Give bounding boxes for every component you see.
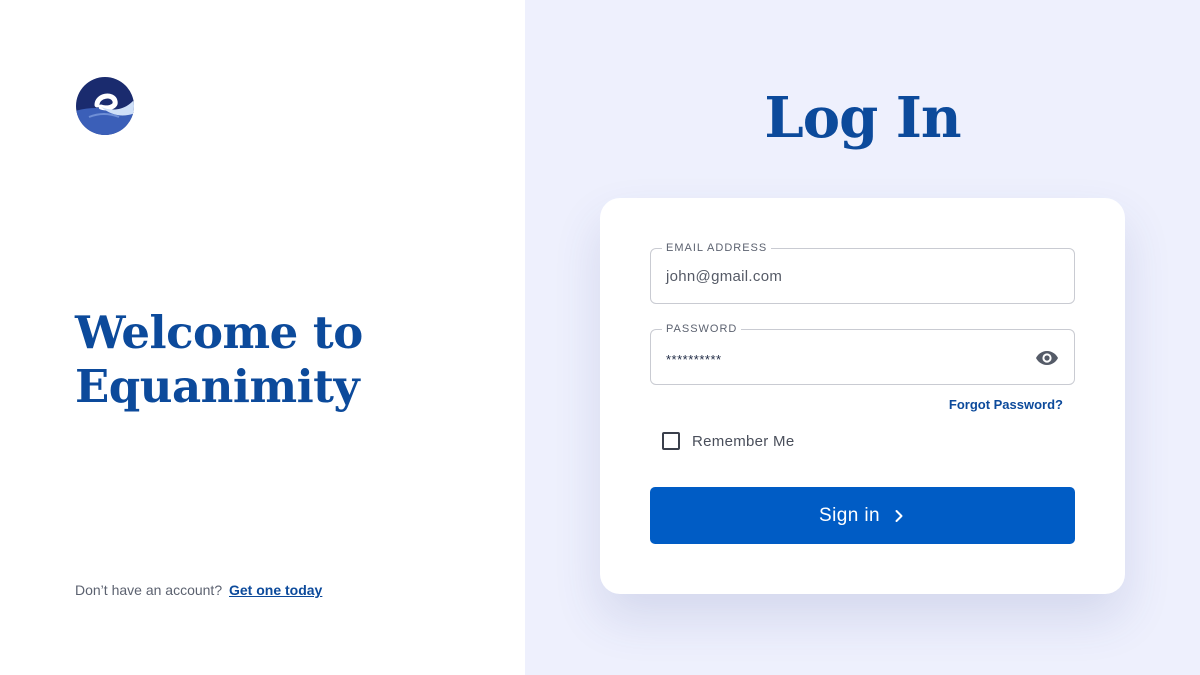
password-value[interactable]: ********** bbox=[666, 350, 722, 370]
right-panel: Log In EMAIL ADDRESS john@gmail.com PASS… bbox=[525, 0, 1200, 675]
email-label: EMAIL ADDRESS bbox=[662, 241, 772, 255]
welcome-line-2: Equanimity bbox=[75, 360, 360, 413]
password-label: PASSWORD bbox=[662, 322, 742, 336]
eye-icon[interactable] bbox=[1035, 346, 1059, 370]
password-field[interactable]: PASSWORD ********** bbox=[650, 322, 1075, 385]
login-card: EMAIL ADDRESS john@gmail.com PASSWORD **… bbox=[600, 198, 1125, 594]
chevron-right-icon bbox=[895, 509, 903, 522]
welcome-line-1: Welcome to bbox=[75, 306, 363, 359]
login-title: Log In bbox=[764, 85, 961, 151]
forgot-password-link[interactable]: Forgot Password? bbox=[949, 397, 1063, 412]
sign-in-button[interactable]: Sign in bbox=[650, 487, 1075, 544]
welcome-heading: Welcome to Equanimity bbox=[75, 306, 495, 414]
remember-me-label: Remember Me bbox=[692, 432, 795, 450]
signup-prompt: Don’t have an account? Get one today bbox=[75, 582, 322, 598]
get-account-link[interactable]: Get one today bbox=[229, 582, 322, 598]
equanimity-logo-icon bbox=[76, 77, 134, 135]
remember-me-option[interactable]: Remember Me bbox=[662, 431, 795, 451]
remember-me-checkbox[interactable] bbox=[662, 432, 680, 450]
email-field[interactable]: EMAIL ADDRESS john@gmail.com bbox=[650, 241, 1075, 304]
left-panel: Welcome to Equanimity Don’t have an acco… bbox=[0, 0, 525, 675]
email-value[interactable]: john@gmail.com bbox=[666, 267, 782, 287]
signup-prompt-text: Don’t have an account? bbox=[75, 582, 223, 598]
sign-in-label: Sign in bbox=[819, 504, 880, 526]
